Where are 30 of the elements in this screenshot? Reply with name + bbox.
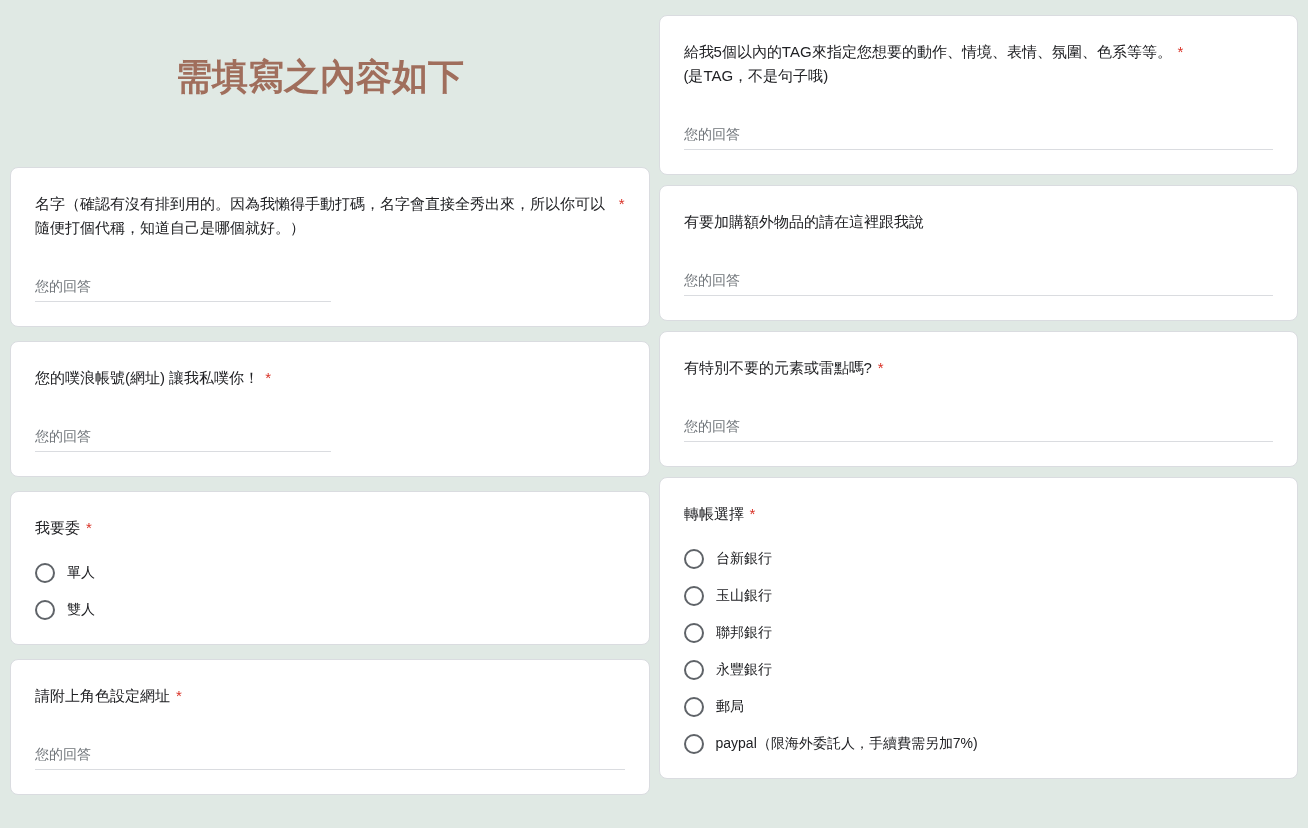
required-mark: * xyxy=(749,504,756,524)
answer-field[interactable]: 您的回答 xyxy=(683,266,1273,296)
question-text: 有特別不要的元素或雷點嗎? xyxy=(683,358,872,378)
answer-field[interactable]: 您的回答 xyxy=(35,740,625,770)
radio-option[interactable]: 聯邦銀行 xyxy=(683,622,1273,643)
question-text: 請附上角色設定網址 xyxy=(35,686,170,706)
answer-field[interactable]: 您的回答 xyxy=(35,422,331,452)
answer-field[interactable]: 您的回答 xyxy=(35,272,331,302)
answer-field[interactable]: 您的回答 xyxy=(683,412,1273,442)
radio-option[interactable]: paypal（限海外委託人，手續費需另加7%) xyxy=(683,733,1273,754)
radio-option[interactable]: 台新銀行 xyxy=(683,548,1273,569)
required-mark: * xyxy=(1177,42,1184,62)
radio-option[interactable]: 郵局 xyxy=(683,696,1273,717)
required-mark: * xyxy=(86,518,92,538)
form-title: 需填寫之內容如下 xyxy=(175,54,465,99)
question-text: 轉帳選擇 xyxy=(683,504,744,524)
required-mark: * xyxy=(618,194,625,214)
answer-field[interactable]: 您的回答 xyxy=(683,120,1273,150)
radio-option[interactable]: 永豐銀行 xyxy=(683,659,1273,680)
question-text: 給我5個以內的TAG來指定您想要的動作、情境、表情、氛圍、色系等等。 (是TAG，不是句子哦) xyxy=(683,42,1172,86)
question-text: 有要加購額外物品的請在這裡跟我說 xyxy=(683,212,924,232)
radio-option[interactable]: 雙人 xyxy=(35,599,625,620)
radio-option[interactable]: 玉山銀行 xyxy=(683,585,1273,606)
question-text: 名字（確認有沒有排到用的。因為我懶得手動打碼，名字會直接全秀出來，所以你可以隨便打個代稱，知道自己是哪個就好。） xyxy=(35,194,606,238)
question-text: 您的噗浪帳號(網址) 讓我私噗你！ xyxy=(35,368,260,388)
required-mark: * xyxy=(877,358,884,378)
question-text: 我要委 xyxy=(35,518,80,538)
required-mark: * xyxy=(176,686,182,706)
radio-option[interactable]: 單人 xyxy=(35,562,625,583)
required-mark: * xyxy=(265,368,271,388)
